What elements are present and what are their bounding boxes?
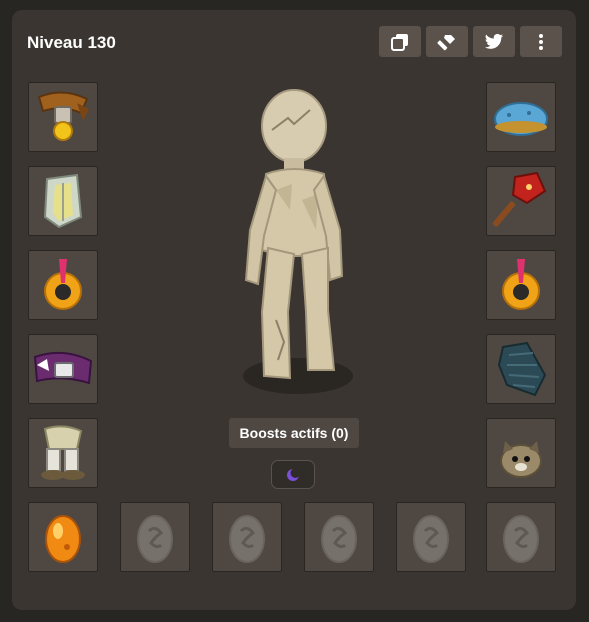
level-title: Niveau 130 — [27, 33, 116, 52]
empty-dofus-icon — [137, 515, 173, 563]
slot-boots[interactable] — [28, 418, 98, 488]
empty-dofus-icon — [503, 515, 539, 563]
boots-icon — [41, 425, 85, 480]
slot-dofus-5[interactable] — [396, 502, 466, 572]
slot-dofus-3[interactable] — [212, 502, 282, 572]
slot-ring-right[interactable] — [486, 250, 556, 320]
slot-belt[interactable] — [28, 334, 98, 404]
copy-button[interactable] — [379, 26, 421, 57]
moon-icon — [287, 467, 300, 481]
slot-amulet[interactable] — [28, 82, 98, 152]
twitter-button[interactable] — [473, 26, 515, 57]
slot-ring-left[interactable] — [28, 250, 98, 320]
equipment-panel: Niveau 130 Boosts actifs (0) — [12, 10, 576, 610]
cloak-icon — [497, 341, 547, 397]
belt-icon — [33, 351, 93, 385]
ring-icon — [44, 259, 82, 310]
slot-dofus-1[interactable] — [28, 502, 98, 572]
boosts-active-button[interactable]: Boosts actifs (0) — [229, 418, 359, 448]
dofus-amber-icon — [45, 515, 81, 563]
hammer-weapon-icon — [492, 171, 547, 227]
slot-dofus-6[interactable] — [486, 502, 556, 572]
more-button[interactable] — [520, 26, 562, 57]
copy-icon — [391, 33, 408, 51]
buff-indicator[interactable] — [271, 460, 315, 489]
slot-pet[interactable] — [486, 418, 556, 488]
hat-icon — [494, 102, 548, 136]
slot-shield[interactable] — [28, 166, 98, 236]
pet-icon — [500, 441, 542, 478]
empty-dofus-icon — [413, 515, 449, 563]
hammer-icon — [437, 34, 455, 50]
slot-weapon[interactable] — [486, 166, 556, 236]
more-vertical-icon — [539, 33, 543, 50]
character-figure — [243, 89, 353, 394]
empty-dofus-icon — [321, 515, 357, 563]
twitter-icon — [484, 33, 504, 49]
amulet-icon — [37, 91, 89, 141]
shield-icon — [43, 173, 83, 229]
slot-hat[interactable] — [486, 82, 556, 152]
forge-button[interactable] — [426, 26, 468, 57]
empty-dofus-icon — [229, 515, 265, 563]
ring-icon — [502, 259, 540, 310]
slot-cloak[interactable] — [486, 334, 556, 404]
slot-dofus-2[interactable] — [120, 502, 190, 572]
slot-dofus-4[interactable] — [304, 502, 374, 572]
